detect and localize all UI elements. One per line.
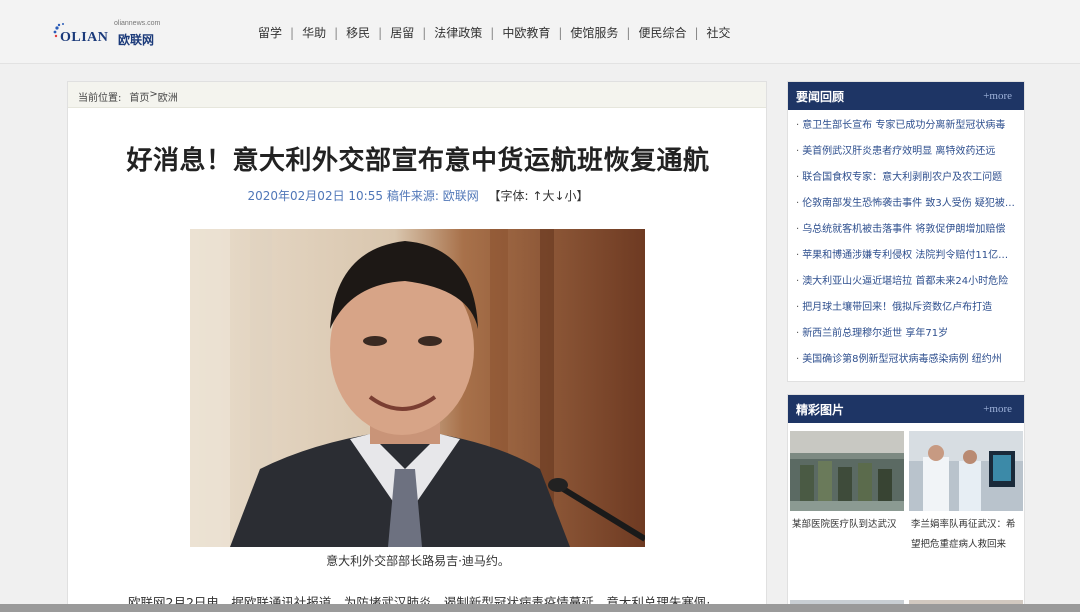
site-header: oliannews.com OLIAN 欧联网 留学 | 华助 | 移民 | 居留 | … [0, 0, 1080, 64]
nav-item-embassy[interactable]: 使馆服务 [562, 24, 626, 41]
news-review-box: 要闻回顾 +more 意卫生部长宣布 专家已成功分离新型冠状病毒 美首例武汉肝炎… [787, 81, 1025, 382]
list-item[interactable]: 美首例武汉肝炎患者疗效明显 离特效药还远 [788, 139, 1018, 165]
nav-item-law[interactable]: 法律政策 [426, 24, 490, 41]
nav-item-education[interactable]: 中欧教育 [494, 24, 558, 41]
article-photo [190, 229, 645, 547]
logo-brand: OLIAN [60, 30, 109, 45]
nav-item-social[interactable]: 社交 [699, 24, 739, 41]
breadcrumb-home[interactable]: 首页 [129, 89, 149, 104]
featured-pic-2-caption[interactable]: 李兰娟率队再征武汉：希望把危重症病人救回来 [911, 515, 1023, 555]
list-item[interactable]: 澳大利亚山火逼近堪培拉 首都未来24小时危险 [788, 269, 1018, 295]
portrait-photo-icon [190, 229, 645, 547]
photo-icon [790, 431, 904, 511]
list-item[interactable]: 苹果和博通涉嫌专利侵权 法院判令赔付11亿美元 [788, 243, 1018, 269]
list-item[interactable]: 乌总统就客机被击落事件 将敦促伊朗增加赔偿 [788, 217, 1018, 243]
nav-item-immigration[interactable]: 移民 [338, 24, 378, 41]
logo-domain: oliannews.com [114, 20, 161, 27]
list-item[interactable]: 伦敦南部发生恐怖袭击事件 致3人受伤 疑犯被击毙 [788, 191, 1018, 217]
featured-pic-1-caption[interactable]: 某部医院医疗队到达武汉 [792, 515, 906, 535]
breadcrumb-sep: > [149, 89, 158, 100]
list-item[interactable]: 美国确诊第8例新型冠状病毒感染病例 纽约州 [788, 347, 1018, 373]
featured-pics-grid: 某部医院医疗队到达武汉 李兰娟率队再征武汉：希望把危重症病人救回来 [788, 423, 1024, 612]
news-review-list: 意卫生部长宣布 专家已成功分离新型冠状病毒 美首例武汉肝炎患者疗效明显 离特效药… [788, 110, 1024, 381]
breadcrumb-label: 当前位置: [78, 93, 122, 104]
featured-pic-2[interactable] [909, 431, 1023, 511]
news-review-title: 要闻回顾 [796, 89, 845, 104]
article-meta: 2020年02月02日 10:55 稿件来源: 欧联网 【字体: ↑大↓小】 [68, 187, 768, 204]
article-panel: 当前位置: 首页 > 欧洲 好消息！意大利外交部宣布意中货运航班恢复通航 202… [67, 81, 767, 612]
list-item[interactable]: 把月球土壤带回来！俄拟斥资数亿卢布打造 [788, 295, 1018, 321]
nav-item-study[interactable]: 留学 [256, 24, 290, 41]
nav-item-residence[interactable]: 居留 [382, 24, 422, 41]
logo-brand-cn: 欧联网 [118, 33, 155, 47]
news-review-more-link[interactable]: +more [983, 90, 1012, 102]
list-item[interactable]: 联合国食权专家：意大利剥削农户及农工问题 [788, 165, 1018, 191]
article-title: 好消息！意大利外交部宣布意中货运航班恢复通航 [126, 146, 710, 176]
sidebar: 要闻回顾 +more 意卫生部长宣布 专家已成功分离新型冠状病毒 美首例武汉肝炎… [787, 81, 1025, 612]
photo-caption: 意大利外交部部长路易吉·迪马约。 [326, 554, 510, 568]
featured-pics-header: 精彩图片 +more [788, 395, 1024, 423]
featured-pic-1[interactable] [790, 431, 904, 511]
article-source[interactable]: 欧联网 [443, 189, 479, 203]
main-nav: 留学 | 华助 | 移民 | 居留 | 法律政策 | 中欧教育 | 使馆服务 | 便民综合 | … [256, 24, 739, 41]
featured-pics-more-link[interactable]: +more [983, 403, 1012, 415]
nav-item-aid[interactable]: 华助 [294, 24, 334, 41]
article-source-label: 稿件来源: [386, 189, 439, 203]
list-item[interactable]: 新西兰前总理穆尔逝世 享年71岁 [788, 321, 1018, 347]
photo-icon [909, 431, 1023, 511]
featured-pics-title: 精彩图片 [796, 402, 845, 417]
list-item[interactable]: 意卫生部长宣布 专家已成功分离新型冠状病毒 [788, 113, 1018, 139]
font-size-control[interactable]: 【字体: ↑大↓小】 [489, 189, 589, 203]
featured-pics-box: 精彩图片 +more 某部医院医疗队到达武汉 李兰娟率队再征武汉：希望把危重症病… [787, 394, 1025, 612]
news-review-header: 要闻回顾 +more [788, 82, 1024, 110]
breadcrumb: 当前位置: 首页 > 欧洲 [68, 82, 766, 108]
article-date: 2020年02月02日 10:55 [247, 189, 383, 203]
breadcrumb-section[interactable]: 欧洲 [158, 89, 178, 104]
horizontal-scrollbar[interactable] [0, 604, 1080, 612]
nav-item-services[interactable]: 便民综合 [630, 24, 694, 41]
site-logo[interactable]: oliannews.com OLIAN 欧联网 [52, 18, 172, 50]
